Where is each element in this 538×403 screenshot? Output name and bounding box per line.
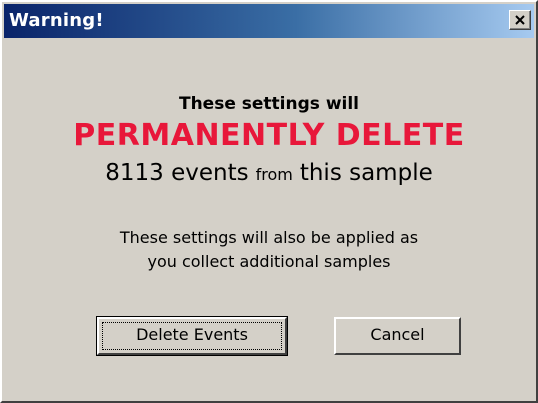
delete-events-button[interactable]: Delete Events [96,316,288,356]
event-count: 8113 events [105,160,249,186]
close-icon [515,15,525,25]
cancel-label: Cancel [370,325,425,344]
cancel-button[interactable]: Cancel [334,317,461,355]
sample-phrase: this sample [299,160,433,186]
dialog-content: These settings will PERMANENTLY DELETE 8… [4,38,534,401]
close-button[interactable] [509,10,531,30]
from-word: from [255,165,293,184]
window-title: Warning! [9,10,104,31]
delete-events-label: Delete Events [136,325,248,344]
apply-note: These settings will also be applied as y… [4,226,534,274]
note-line-2: you collect additional samples [147,252,391,271]
warning-dialog: Warning! These settings will PERMANENTLY… [0,0,538,403]
event-count-line: 8113 events from this sample [4,160,534,186]
title-bar: Warning! [4,4,534,38]
note-line-1: These settings will also be applied as [119,228,419,247]
warning-heading: These settings will [178,94,360,114]
permanently-delete-text: PERMANENTLY DELETE [73,118,465,153]
